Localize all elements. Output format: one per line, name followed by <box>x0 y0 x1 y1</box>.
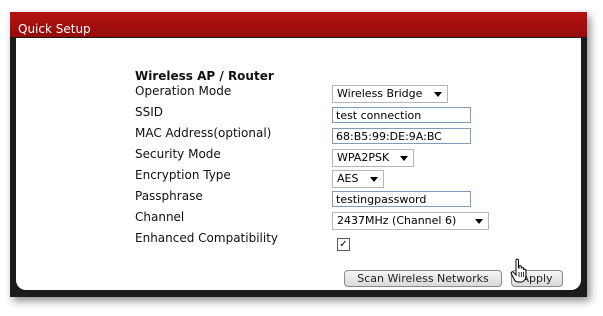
chevron-down-icon <box>370 177 378 182</box>
hand-pointer-icon <box>510 258 527 283</box>
titlebar: Quick Setup <box>10 12 587 37</box>
channel-label: Channel <box>135 210 185 224</box>
security-mode-select[interactable]: WPA2PSK <box>332 149 414 167</box>
scan-wireless-networks-button[interactable]: Scan Wireless Networks <box>344 270 502 287</box>
enhanced-compatibility-label: Enhanced Compatibility <box>135 231 279 245</box>
mac-address-label: MAC Address(optional) <box>135 126 272 140</box>
security-mode-value: WPA2PSK <box>337 151 390 164</box>
chevron-down-icon <box>400 156 408 161</box>
operation-mode-value: Wireless Bridge <box>337 87 423 100</box>
ssid-input[interactable]: test connection <box>332 107 471 123</box>
operation-mode-select[interactable]: Wireless Bridge <box>332 85 448 103</box>
encryption-type-select[interactable]: AES <box>332 170 384 188</box>
passphrase-input[interactable]: testingpassword <box>332 191 471 207</box>
enhanced-compatibility-checkbox[interactable]: ✓ <box>337 238 350 251</box>
channel-select[interactable]: 2437MHz (Channel 6) <box>332 212 489 230</box>
encryption-type-label: Encryption Type <box>135 168 231 182</box>
mac-address-input[interactable]: 68:B5:99:DE:9A:BC <box>332 128 471 144</box>
setup-form: Wireless AP / Router Operation Mode Wire… <box>16 38 581 290</box>
passphrase-label: Passphrase <box>135 189 203 203</box>
operation-mode-label: Operation Mode <box>135 84 232 98</box>
section-title: Wireless AP / Router <box>135 69 274 83</box>
ssid-label: SSID <box>135 105 164 119</box>
quick-setup-panel: Quick Setup Wireless AP / Router Operati… <box>10 12 587 297</box>
encryption-type-value: AES <box>337 172 359 185</box>
security-mode-label: Security Mode <box>135 147 221 161</box>
window-title: Quick Setup <box>18 22 91 36</box>
chevron-down-icon <box>475 219 483 224</box>
channel-value: 2437MHz (Channel 6) <box>337 214 457 227</box>
chevron-down-icon <box>434 92 442 97</box>
